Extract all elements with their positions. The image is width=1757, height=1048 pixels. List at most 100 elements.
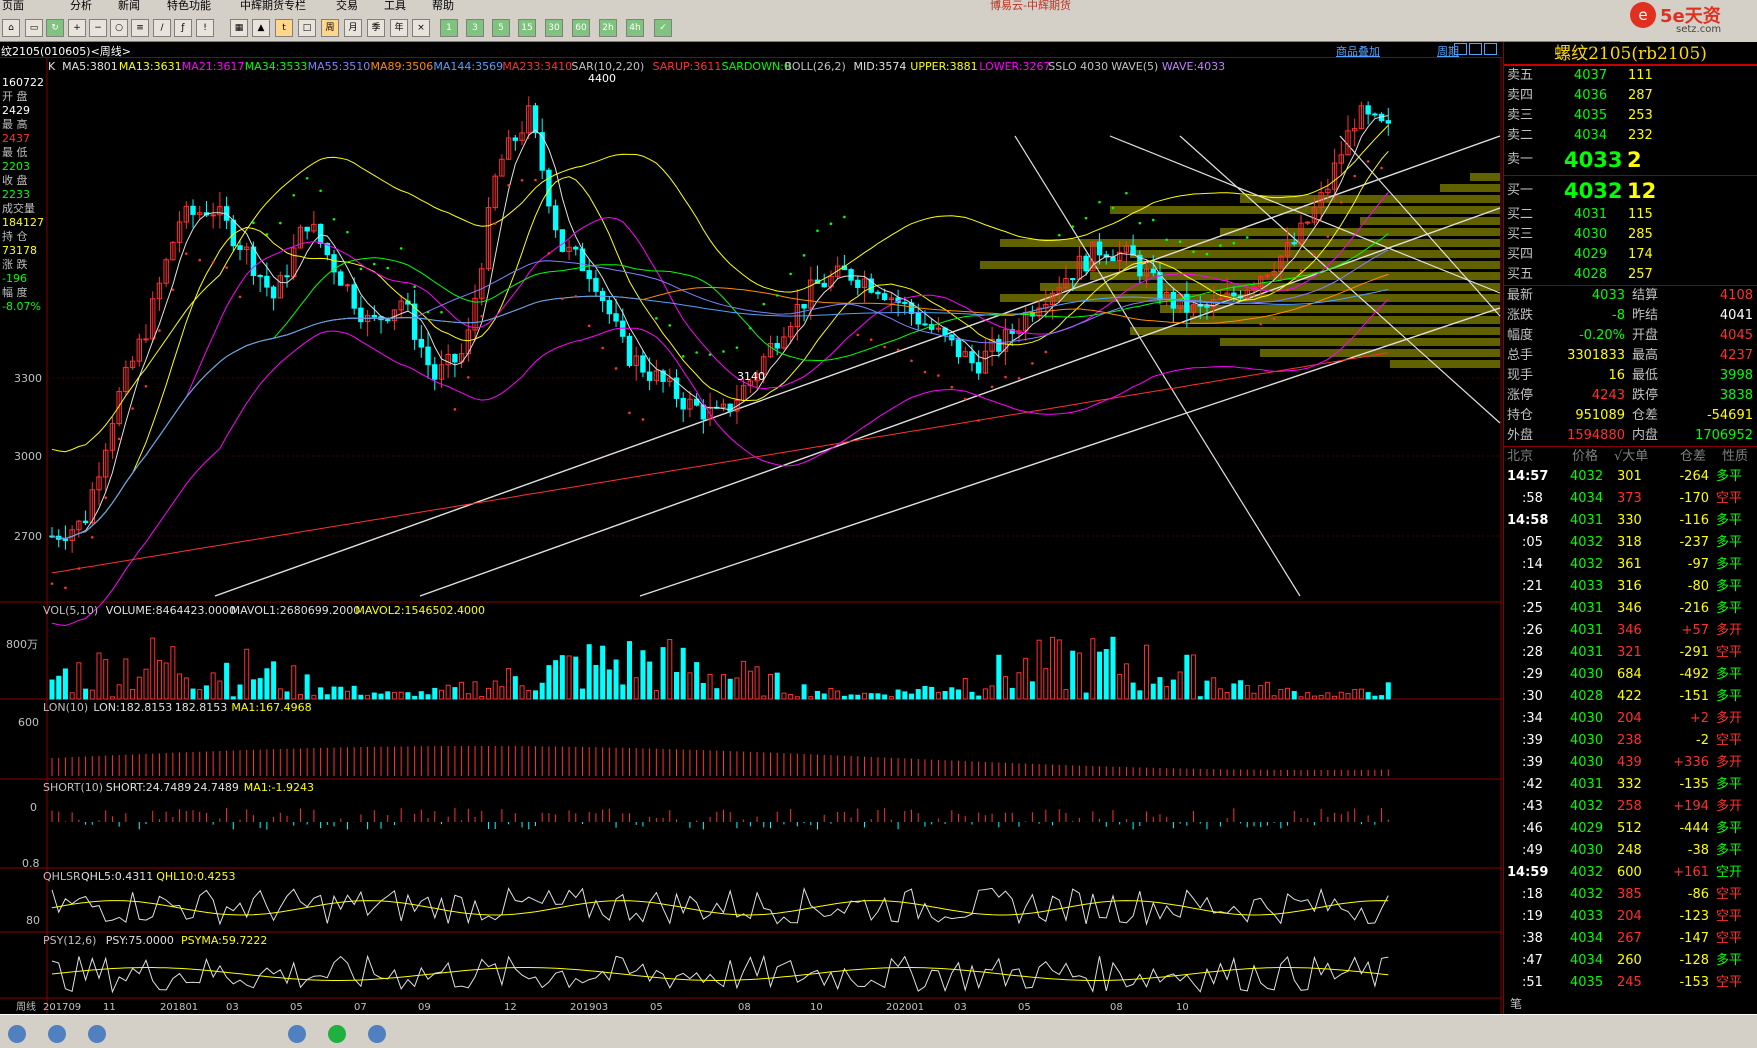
tick-row[interactable]: :51 4035 245 -153 空平	[1504, 972, 1757, 994]
week-icon[interactable]: 周	[321, 19, 339, 37]
month-icon[interactable]: 月	[344, 19, 362, 37]
candle-body	[1385, 120, 1391, 124]
order-book-row[interactable]: 卖四 4036 287	[1504, 86, 1757, 106]
order-book-row[interactable]: 买四 4029 174	[1504, 245, 1757, 265]
tick-price: 4031	[1570, 623, 1604, 638]
search-icon[interactable]: ○	[110, 19, 128, 37]
tick-row[interactable]: :43 4032 258 +194 多开	[1504, 796, 1757, 818]
tick-row[interactable]: 14:58 4031 330 -116 多平	[1504, 510, 1757, 532]
check-icon[interactable]: ✓	[654, 19, 672, 37]
candle-body	[848, 269, 854, 281]
tick-row[interactable]: :46 4029 512 -444 多平	[1504, 818, 1757, 840]
maximize-icon[interactable]	[1484, 43, 1497, 55]
volume-bar	[902, 691, 908, 700]
period-15-icon[interactable]: 15	[518, 19, 536, 37]
menu-item-4[interactable]: 中辉期货专栏	[240, 0, 306, 12]
tick-row[interactable]: :58 4034 373 -170 空平	[1504, 488, 1757, 510]
refresh-icon[interactable]: ↻	[46, 19, 64, 37]
order-book-row[interactable]: 买三 4030 285	[1504, 225, 1757, 245]
chart-icon[interactable]: ▲	[252, 19, 270, 37]
draw-icon[interactable]: /	[153, 19, 171, 37]
zoom-in-icon[interactable]: +	[68, 19, 86, 37]
tick-row[interactable]: :28 4031 321 -291 空平	[1504, 642, 1757, 664]
period-5-icon[interactable]: 5	[492, 19, 510, 37]
menu-item-1[interactable]: 分析	[70, 0, 92, 12]
chart-canvas[interactable]: 160722开 盘2429最 高2437最 低2203收 盘2233成交量184…	[0, 58, 1502, 1014]
tick-row[interactable]: 14:59 4032 600 +161 空开	[1504, 862, 1757, 884]
tick-row[interactable]: :39 4030 439 +336 多开	[1504, 752, 1757, 774]
tick-price: 4031	[1570, 513, 1604, 528]
table-icon[interactable]: ▦	[230, 19, 248, 37]
menu-item-0[interactable]: 页面	[2, 0, 24, 12]
tick-row[interactable]: :39 4030 238 -2 空平	[1504, 730, 1757, 752]
period-2h-icon[interactable]: 2h	[599, 19, 617, 37]
menu-item-3[interactable]: 特色功能	[167, 0, 211, 12]
volume-bar	[203, 685, 209, 700]
period-30-icon[interactable]: 30	[545, 19, 563, 37]
order-book-row[interactable]: 卖五 4037 111	[1504, 66, 1757, 86]
menu-item-5[interactable]: 交易	[336, 0, 358, 12]
chart-area[interactable]: 160722 开 盘 2429 最 高 2437 最 低 2203 收 盘 2233 成交量 184…	[0, 58, 1502, 1014]
window-controls[interactable]	[1452, 43, 1497, 58]
browser-icon[interactable]	[48, 1025, 66, 1043]
restore-icon[interactable]	[1469, 43, 1482, 55]
tick-icon[interactable]: t	[275, 19, 293, 37]
tick-row[interactable]: :25 4031 346 -216 多平	[1504, 598, 1757, 620]
stat-label: 总手	[1507, 348, 1534, 363]
period-3-icon[interactable]: 3	[466, 19, 484, 37]
tick-row[interactable]: :42 4031 332 -135 多平	[1504, 774, 1757, 796]
home-icon[interactable]: ⌂	[2, 19, 20, 37]
overlay-link[interactable]: 商品叠加	[1336, 43, 1380, 59]
list-icon[interactable]: ≡	[131, 19, 149, 37]
tick-row[interactable]: :14 4032 361 -97 多平	[1504, 554, 1757, 576]
doc-icon[interactable]	[368, 1025, 386, 1043]
tick-row[interactable]: :47 4034 260 -128 多平	[1504, 950, 1757, 972]
tick-row[interactable]: :21 4033 316 -80 多平	[1504, 576, 1757, 598]
season-icon[interactable]: 季	[367, 19, 385, 37]
alert-icon[interactable]: !	[196, 19, 214, 37]
tick-row[interactable]: :34 4030 204 +2 多开	[1504, 708, 1757, 730]
tick-list[interactable]: 14:57 4032 301 -264 多平:58 4034 373 -170 空平 14:58 4…	[1504, 466, 1757, 994]
close-icon[interactable]: ×	[412, 19, 430, 37]
period-4h-icon[interactable]: 4h	[626, 19, 644, 37]
stat-label: 涨跌	[1507, 308, 1534, 323]
chat-icon[interactable]	[328, 1025, 346, 1043]
folder-icon[interactable]: ▭	[25, 19, 43, 37]
tick-row[interactable]: :18 4032 385 -86 空平	[1504, 884, 1757, 906]
period-1-icon[interactable]: 1	[440, 19, 458, 37]
tick-row[interactable]: :26 4031 346 +57 多开	[1504, 620, 1757, 642]
order-book-row[interactable]: 买二 4031 115	[1504, 205, 1757, 225]
folder-icon[interactable]	[88, 1025, 106, 1043]
app-icon[interactable]	[288, 1025, 306, 1043]
year-icon[interactable]: 年	[390, 19, 408, 37]
tick-row[interactable]: 14:57 4032 301 -264 多平	[1504, 466, 1757, 488]
start-icon[interactable]	[8, 1025, 26, 1043]
sar-dot	[910, 359, 913, 363]
tick-oi-change: -97	[1687, 557, 1709, 572]
calendar-icon[interactable]: □	[298, 19, 316, 37]
menu-item-2[interactable]: 新闻	[118, 0, 140, 12]
order-book-row[interactable]: 买五 4028 257	[1504, 265, 1757, 285]
tick-row[interactable]: :30 4028 422 -151 多平	[1504, 686, 1757, 708]
tick-price: 4030	[1570, 711, 1604, 726]
time-axis-label: 周线	[16, 1000, 36, 1013]
menu-item-7[interactable]: 帮助	[432, 0, 454, 12]
tick-row[interactable]: :19 4033 204 -123 空平	[1504, 906, 1757, 928]
zoom-out-icon[interactable]: −	[89, 19, 107, 37]
volume-bar	[1070, 650, 1076, 700]
order-book-row[interactable]: 买一 4032 12	[1504, 177, 1757, 205]
menu-item-6[interactable]: 工具	[384, 0, 406, 12]
sar-dot	[1071, 225, 1074, 228]
tick-row[interactable]: :38 4034 267 -147 空平	[1504, 928, 1757, 950]
tick-row[interactable]: :49 4030 248 -38 多平	[1504, 840, 1757, 862]
stat-value: 3998	[1719, 368, 1753, 383]
indicator-icon[interactable]: ƒ	[174, 19, 192, 37]
minimize-icon[interactable]	[1454, 43, 1467, 55]
tick-row[interactable]: :05 4032 318 -237 多平	[1504, 532, 1757, 554]
order-book-row[interactable]: 卖三 4035 253	[1504, 106, 1757, 126]
tick-row[interactable]: :29 4030 684 -492 多平	[1504, 664, 1757, 686]
order-book-row[interactable]: 卖一 4033 2	[1504, 146, 1757, 174]
period-60-icon[interactable]: 60	[572, 19, 590, 37]
time-axis-label: 10	[810, 1002, 823, 1013]
order-book-row[interactable]: 卖二 4034 232	[1504, 126, 1757, 146]
